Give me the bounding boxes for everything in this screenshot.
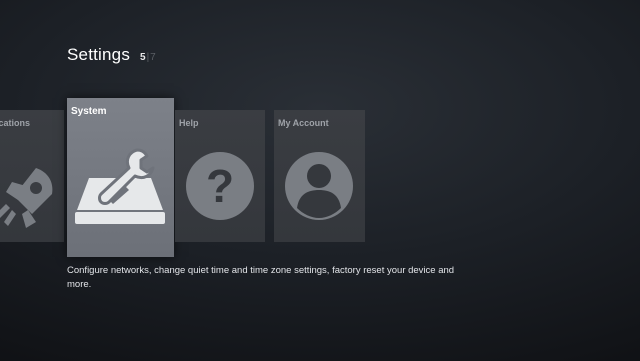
svg-text:?: ?: [206, 160, 234, 212]
tile-help[interactable]: ? Help: [175, 110, 265, 242]
tile-my-account[interactable]: My Account: [274, 110, 365, 242]
page-title: Settings: [67, 45, 131, 64]
settings-screen: Settings 5|7 ications: [0, 0, 640, 361]
question-mark-icon: ?: [186, 152, 254, 220]
wrench-drive-icon: [75, 148, 165, 224]
tile-system[interactable]: System: [67, 98, 174, 257]
rocket-icon: [0, 168, 53, 228]
page-counter-position: 5: [140, 52, 146, 63]
tile-help-label: Help: [179, 118, 199, 128]
user-avatar-icon: [285, 152, 353, 220]
tile-applications[interactable]: ications: [0, 110, 64, 242]
page-counter-total: 7: [150, 52, 156, 63]
page-counter: 5|7: [140, 52, 156, 63]
tile-applications-label: ications: [0, 118, 31, 128]
selected-tile-description: Configure networks, change quiet time an…: [67, 265, 455, 290]
page-counter-separator: |: [146, 52, 150, 63]
tile-system-label: System: [71, 106, 107, 117]
tile-my-account-label: My Account: [278, 118, 329, 128]
